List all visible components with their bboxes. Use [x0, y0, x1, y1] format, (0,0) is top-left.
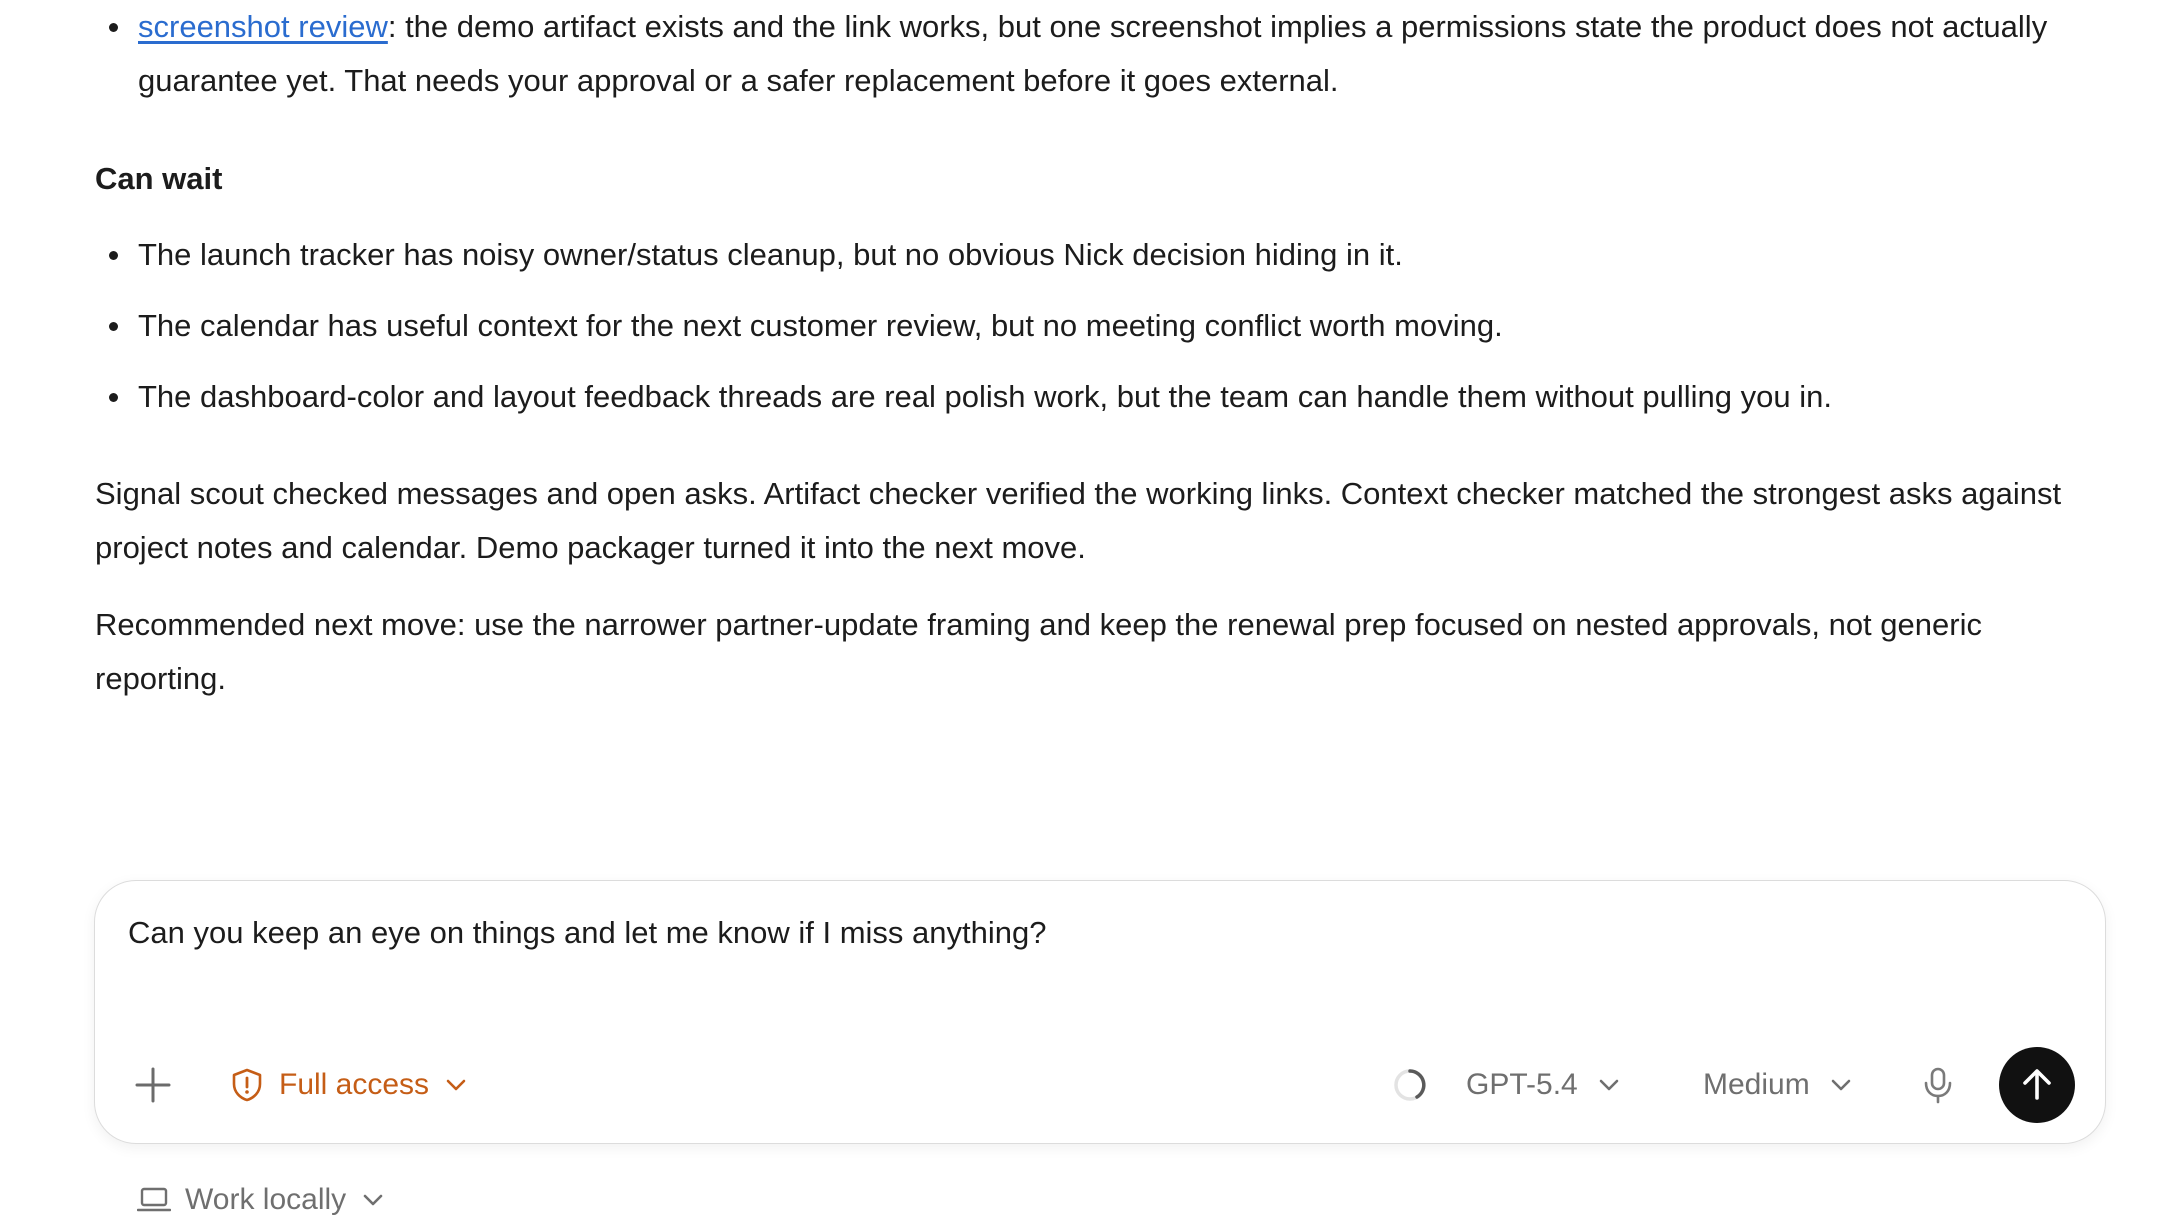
message-composer[interactable]: Can you keep an eye on things and let me… [94, 880, 2106, 1144]
screenshot-review-link[interactable]: screenshot review [138, 9, 388, 44]
review-list: screenshot review: the demo artifact exi… [95, 0, 2138, 108]
access-level-button[interactable]: Full access [229, 1061, 469, 1109]
send-button[interactable] [1999, 1047, 2075, 1123]
effort-selector[interactable]: Medium [1703, 1061, 1854, 1109]
summary-paragraph: Signal scout checked messages and open a… [95, 476, 2062, 565]
can-wait-list: The launch tracker has noisy owner/statu… [95, 228, 2173, 441]
chat-page: screenshot review: the demo artifact exi… [0, 0, 2173, 1220]
access-label: Full access [279, 1068, 430, 1101]
arrow-up-icon [2023, 1069, 2051, 1100]
recommendation-paragraph: Recommended next move: use the narrower … [95, 607, 1982, 696]
effort-label: Medium [1703, 1068, 1810, 1101]
prompt-input[interactable]: Can you keep an eye on things and let me… [128, 913, 1046, 953]
chevron-down-icon [446, 1079, 466, 1091]
microphone-icon[interactable] [1918, 1065, 1958, 1105]
laptop-icon [137, 1187, 171, 1212]
list-item: The dashboard-color and layout feedback … [109, 370, 2173, 424]
list-item: The calendar has useful context for the … [109, 299, 2173, 353]
list-item-text: : the demo artifact exists and the link … [138, 9, 2048, 98]
can-wait-heading: Can wait [95, 161, 223, 196]
spinner-icon [1394, 1069, 1426, 1101]
composer-toolbar: Full access GPT-5.4 Medium [95, 1047, 2105, 1141]
list-item: screenshot review: the demo artifact exi… [109, 0, 2138, 108]
model-selector[interactable]: GPT-5.4 [1466, 1061, 1622, 1109]
plus-icon[interactable] [131, 1063, 175, 1107]
model-label: GPT-5.4 [1466, 1068, 1578, 1101]
chevron-down-icon [363, 1194, 383, 1206]
chevron-down-icon [1599, 1079, 1619, 1091]
chevron-down-icon [1831, 1079, 1851, 1091]
work-mode-selector[interactable]: Work locally [137, 1180, 386, 1220]
list-item: The launch tracker has noisy owner/statu… [109, 228, 2173, 282]
work-mode-label: Work locally [185, 1183, 347, 1216]
shield-alert-icon [232, 1068, 262, 1102]
